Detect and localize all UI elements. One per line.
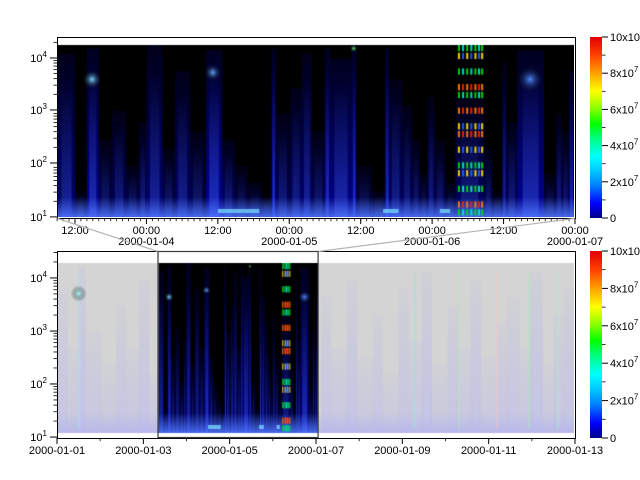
- x-tick-label: 2000-01-09: [374, 445, 430, 457]
- y-tick-label: 102: [30, 155, 47, 170]
- x-tick-label: 12:00: [347, 225, 375, 237]
- colorbar-tick-label: 0: [610, 433, 616, 445]
- x-tick-label: 2000-01-07: [288, 445, 344, 457]
- x-tick-date-label: 2000-01-06: [404, 236, 460, 248]
- y-tick-label: 103: [30, 102, 47, 117]
- x-tick-label: 2000-01-13: [547, 445, 603, 457]
- x-tick-date-label: 2000-01-04: [118, 236, 174, 248]
- x-tick-date-label: 2000-01-05: [261, 236, 317, 248]
- colorbar-tick-label: 10x107: [610, 243, 640, 258]
- y-tick-label: 102: [30, 376, 47, 391]
- colorbar-tick-label: 2x107: [610, 393, 639, 408]
- y-tick-label: 101: [30, 429, 47, 444]
- x-tick-label: 2000-01-01: [29, 445, 85, 457]
- selection-box[interactable]: [158, 252, 318, 438]
- x-tick-label: 2000-01-05: [202, 445, 258, 457]
- colorbar-tick-label: 10x107: [610, 29, 640, 44]
- x-tick-label: 12:00: [204, 225, 232, 237]
- plot-frame: [58, 38, 576, 219]
- y-tick-label: 104: [30, 270, 47, 285]
- colorbar-tick-label: 4x107: [610, 138, 639, 153]
- colorbar-tick-label: 2x107: [610, 174, 639, 189]
- x-tick-label: 2000-01-03: [115, 445, 171, 457]
- colorbar-tick-label: 8x107: [610, 280, 639, 295]
- y-tick-label: 103: [30, 323, 47, 338]
- plot-frame: [58, 252, 576, 439]
- colorbar-tick-label: 0: [610, 213, 616, 225]
- colorbar-tick-label: 8x107: [610, 65, 639, 80]
- spectrogram-figure: 12:0000:002000-01-0412:0000:002000-01-05…: [0, 0, 640, 480]
- y-tick-label: 101: [30, 209, 47, 224]
- axes-overlay: 12:0000:002000-01-0412:0000:002000-01-05…: [0, 0, 640, 480]
- colorbar-tick-label: 6x107: [610, 318, 639, 333]
- y-tick-label: 104: [30, 50, 47, 65]
- colorbar-tick-label: 4x107: [610, 355, 639, 370]
- colorbar-tick-label: 6x107: [610, 101, 639, 116]
- x-tick-label: 2000-01-11: [461, 445, 516, 457]
- x-tick-date-label: 2000-01-07: [547, 236, 603, 248]
